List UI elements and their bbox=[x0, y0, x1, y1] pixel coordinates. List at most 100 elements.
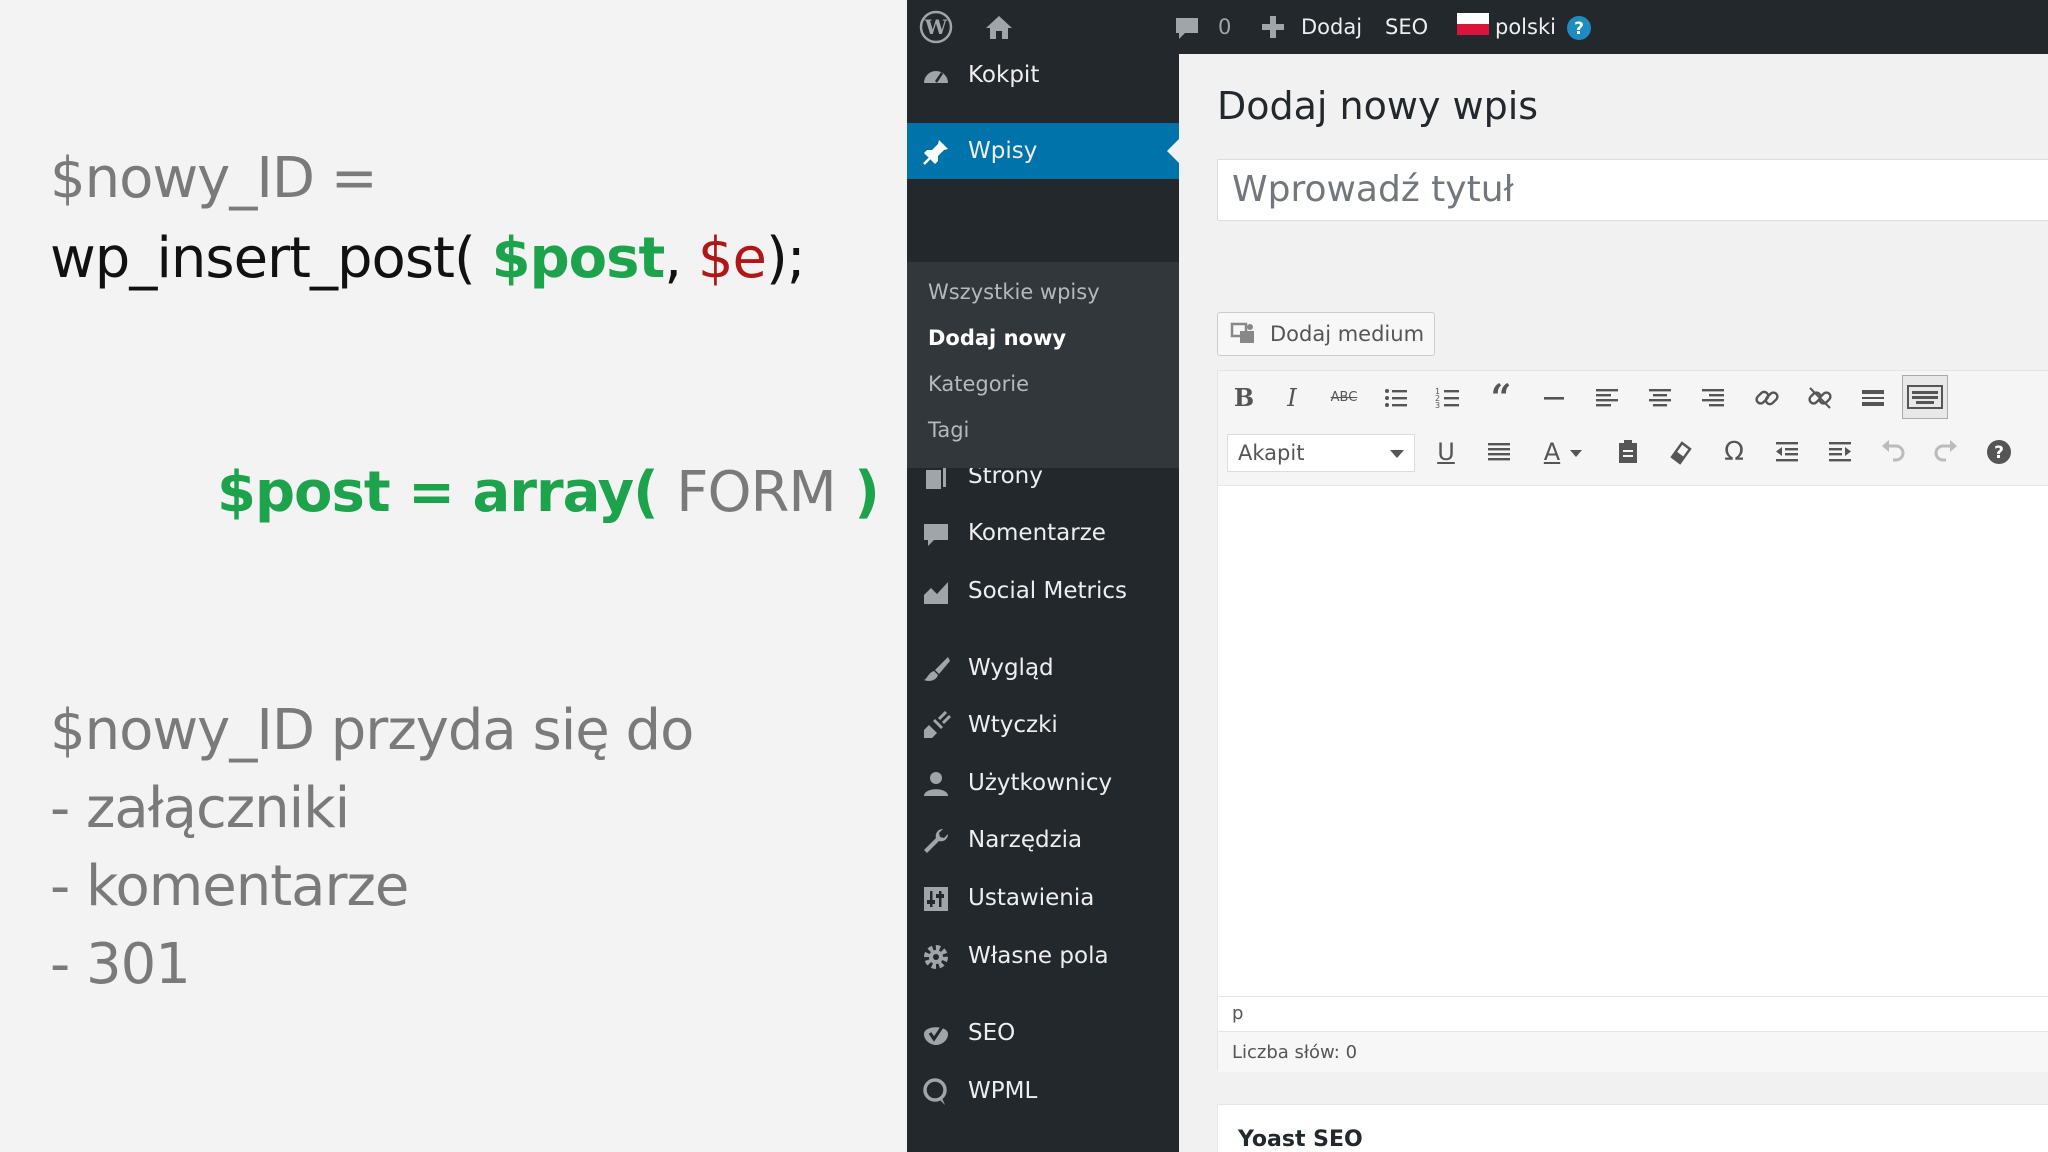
content-area: Dodaj nowy wpis Wprowadź tytuł Dodaj med… bbox=[1179, 54, 2048, 1152]
outdent-icon bbox=[1776, 442, 1798, 462]
sidebar-item-label: SEO bbox=[968, 1020, 1016, 1046]
underline-button[interactable]: U bbox=[1428, 434, 1464, 470]
user-icon bbox=[924, 772, 948, 796]
wordpress-logo-icon[interactable]: W bbox=[919, 10, 953, 44]
keyboard-shortcuts-button[interactable]: ? bbox=[1981, 434, 2017, 470]
numbered-list-button[interactable]: 123 bbox=[1430, 380, 1466, 416]
editor-status-bar: Liczba słów: 0 bbox=[1218, 1031, 2048, 1072]
plus-icon[interactable] bbox=[1259, 10, 1287, 44]
add-media-button[interactable]: Dodaj medium bbox=[1217, 312, 1435, 356]
text-color-dropdown[interactable] bbox=[1566, 434, 1586, 470]
caret-down-icon bbox=[1570, 450, 1582, 457]
strikethrough-button[interactable]: ABC bbox=[1326, 380, 1362, 416]
unlink-icon bbox=[1808, 387, 1832, 409]
read-more-icon bbox=[1862, 390, 1884, 406]
read-more-button[interactable] bbox=[1855, 380, 1891, 416]
submenu-wpisy: Wszystkie wpisy Dodaj nowy Kategorie Tagi bbox=[907, 262, 1179, 468]
sidebar-item-własne-pola[interactable]: Własne pola bbox=[907, 928, 1179, 984]
indent-button[interactable] bbox=[1822, 434, 1858, 470]
sidebar-item-wtyczki[interactable]: Wtyczki bbox=[907, 697, 1179, 753]
sidebar-item-kokpit[interactable]: Kokpit bbox=[907, 47, 1179, 103]
editor-toolbar: B I ABC 123 “ Akapit U A Ω ? bbox=[1218, 371, 2048, 486]
sidebar-item-narzędzia[interactable]: Narzędzia bbox=[907, 812, 1179, 868]
clipboard-icon bbox=[1619, 440, 1637, 463]
align-center-button[interactable] bbox=[1642, 380, 1678, 416]
sidebar-item-komentarze[interactable]: Komentarze bbox=[907, 505, 1179, 561]
toolbar-toggle-button[interactable] bbox=[1902, 375, 1948, 419]
align-right-button[interactable] bbox=[1695, 380, 1731, 416]
comments-count[interactable]: 0 bbox=[1218, 0, 1231, 54]
add-media-label: Dodaj medium bbox=[1270, 322, 1425, 346]
submenu-item[interactable]: Wszystkie wpisy bbox=[928, 280, 1100, 304]
dashboard-icon bbox=[924, 71, 948, 83]
language-switcher[interactable]: polski bbox=[1495, 0, 1556, 54]
sidebar-item-użytkownicy[interactable]: Użytkownicy bbox=[907, 755, 1179, 811]
paste-text-button[interactable] bbox=[1610, 434, 1646, 470]
bold-button[interactable]: B bbox=[1226, 380, 1262, 416]
add-new-link[interactable]: Dodaj bbox=[1301, 0, 1362, 54]
clear-formatting-button[interactable] bbox=[1663, 434, 1699, 470]
plugin-icon bbox=[924, 711, 951, 738]
sidebar-item-wygląd[interactable]: Wygląd bbox=[907, 640, 1179, 696]
brush-icon bbox=[924, 657, 950, 681]
arg-separator: , bbox=[664, 226, 698, 291]
special-character-button[interactable]: Ω bbox=[1716, 434, 1752, 470]
comments-icon[interactable] bbox=[1173, 10, 1201, 44]
align-left-button[interactable] bbox=[1589, 380, 1625, 416]
svg-text:3: 3 bbox=[1435, 401, 1440, 410]
seo-icon bbox=[924, 1026, 948, 1045]
arg-error: $e bbox=[697, 226, 767, 291]
sidebar-item-label: Wygląd bbox=[968, 655, 1054, 681]
horizontal-line-button[interactable] bbox=[1536, 380, 1572, 416]
submenu-item[interactable]: Dodaj nowy bbox=[928, 326, 1066, 350]
help-icon[interactable]: ? bbox=[1566, 15, 1592, 41]
yoast-seo-metabox[interactable]: Yoast SEO bbox=[1217, 1104, 2048, 1152]
sidebar-item-label: Narzędzia bbox=[968, 827, 1083, 853]
poland-flag-icon[interactable] bbox=[1457, 13, 1489, 35]
home-icon[interactable] bbox=[982, 10, 1016, 44]
indent-icon bbox=[1829, 442, 1851, 462]
metabox-title: Yoast SEO bbox=[1238, 1127, 1363, 1152]
admin-sidebar: KokpitWpisyMediaStronyKomentarzeSocial M… bbox=[907, 54, 1179, 1152]
sidebar-item-wpisy[interactable]: Wpisy bbox=[907, 123, 1179, 179]
seo-link[interactable]: SEO bbox=[1385, 0, 1428, 54]
usage-bullet: - komentarze bbox=[50, 854, 409, 919]
arg-post: $post bbox=[491, 226, 666, 291]
sidebar-item-label: Wpisy bbox=[968, 138, 1038, 164]
editor-content-area[interactable] bbox=[1218, 486, 2048, 996]
word-count: Liczba słów: 0 bbox=[1232, 1042, 1358, 1063]
undo-button[interactable] bbox=[1875, 434, 1911, 470]
insert-link-button[interactable] bbox=[1749, 380, 1785, 416]
text-color-button[interactable]: A bbox=[1534, 434, 1570, 470]
post-editor: B I ABC 123 “ Akapit U A Ω ? p Liczba sł… bbox=[1217, 370, 2048, 1072]
italic-button[interactable]: I bbox=[1274, 380, 1310, 416]
settings-icon bbox=[924, 887, 948, 911]
outdent-button[interactable] bbox=[1769, 434, 1805, 470]
format-select[interactable]: Akapit bbox=[1227, 434, 1415, 472]
remove-link-button[interactable] bbox=[1802, 380, 1838, 416]
bullet-list-button[interactable] bbox=[1378, 380, 1414, 416]
sidebar-item-ustawienia[interactable]: Ustawienia bbox=[907, 870, 1179, 926]
blockquote-button[interactable]: “ bbox=[1483, 380, 1519, 416]
array-close: ) bbox=[835, 460, 880, 525]
element-path-label[interactable]: p bbox=[1232, 1003, 1243, 1024]
sidebar-item-wpml[interactable]: WPML bbox=[907, 1063, 1179, 1119]
sidebar-item-label: Własne pola bbox=[968, 943, 1109, 969]
link-icon bbox=[1755, 390, 1779, 406]
sidebar-item-seo[interactable]: SEO bbox=[907, 1005, 1179, 1061]
sidebar-item-label: Social Metrics bbox=[968, 578, 1127, 604]
submenu-item[interactable]: Kategorie bbox=[928, 372, 1029, 396]
usage-bullet: - załączniki bbox=[50, 776, 350, 841]
chevron-down-icon bbox=[1390, 450, 1404, 458]
redo-button[interactable] bbox=[1928, 434, 1964, 470]
svg-text:W: W bbox=[924, 15, 948, 39]
post-title-input[interactable]: Wprowadź tytuł bbox=[1217, 159, 2048, 221]
sidebar-item-label: Komentarze bbox=[968, 520, 1106, 546]
format-select-value: Akapit bbox=[1238, 441, 1305, 465]
sidebar-item-label: Użytkownicy bbox=[968, 770, 1113, 796]
justify-button[interactable] bbox=[1481, 434, 1517, 470]
sidebar-item-social-metrics[interactable]: Social Metrics bbox=[907, 563, 1179, 619]
wpml-icon bbox=[923, 1078, 947, 1105]
submenu-item[interactable]: Tagi bbox=[928, 418, 969, 442]
keyboard-icon bbox=[1907, 385, 1943, 409]
